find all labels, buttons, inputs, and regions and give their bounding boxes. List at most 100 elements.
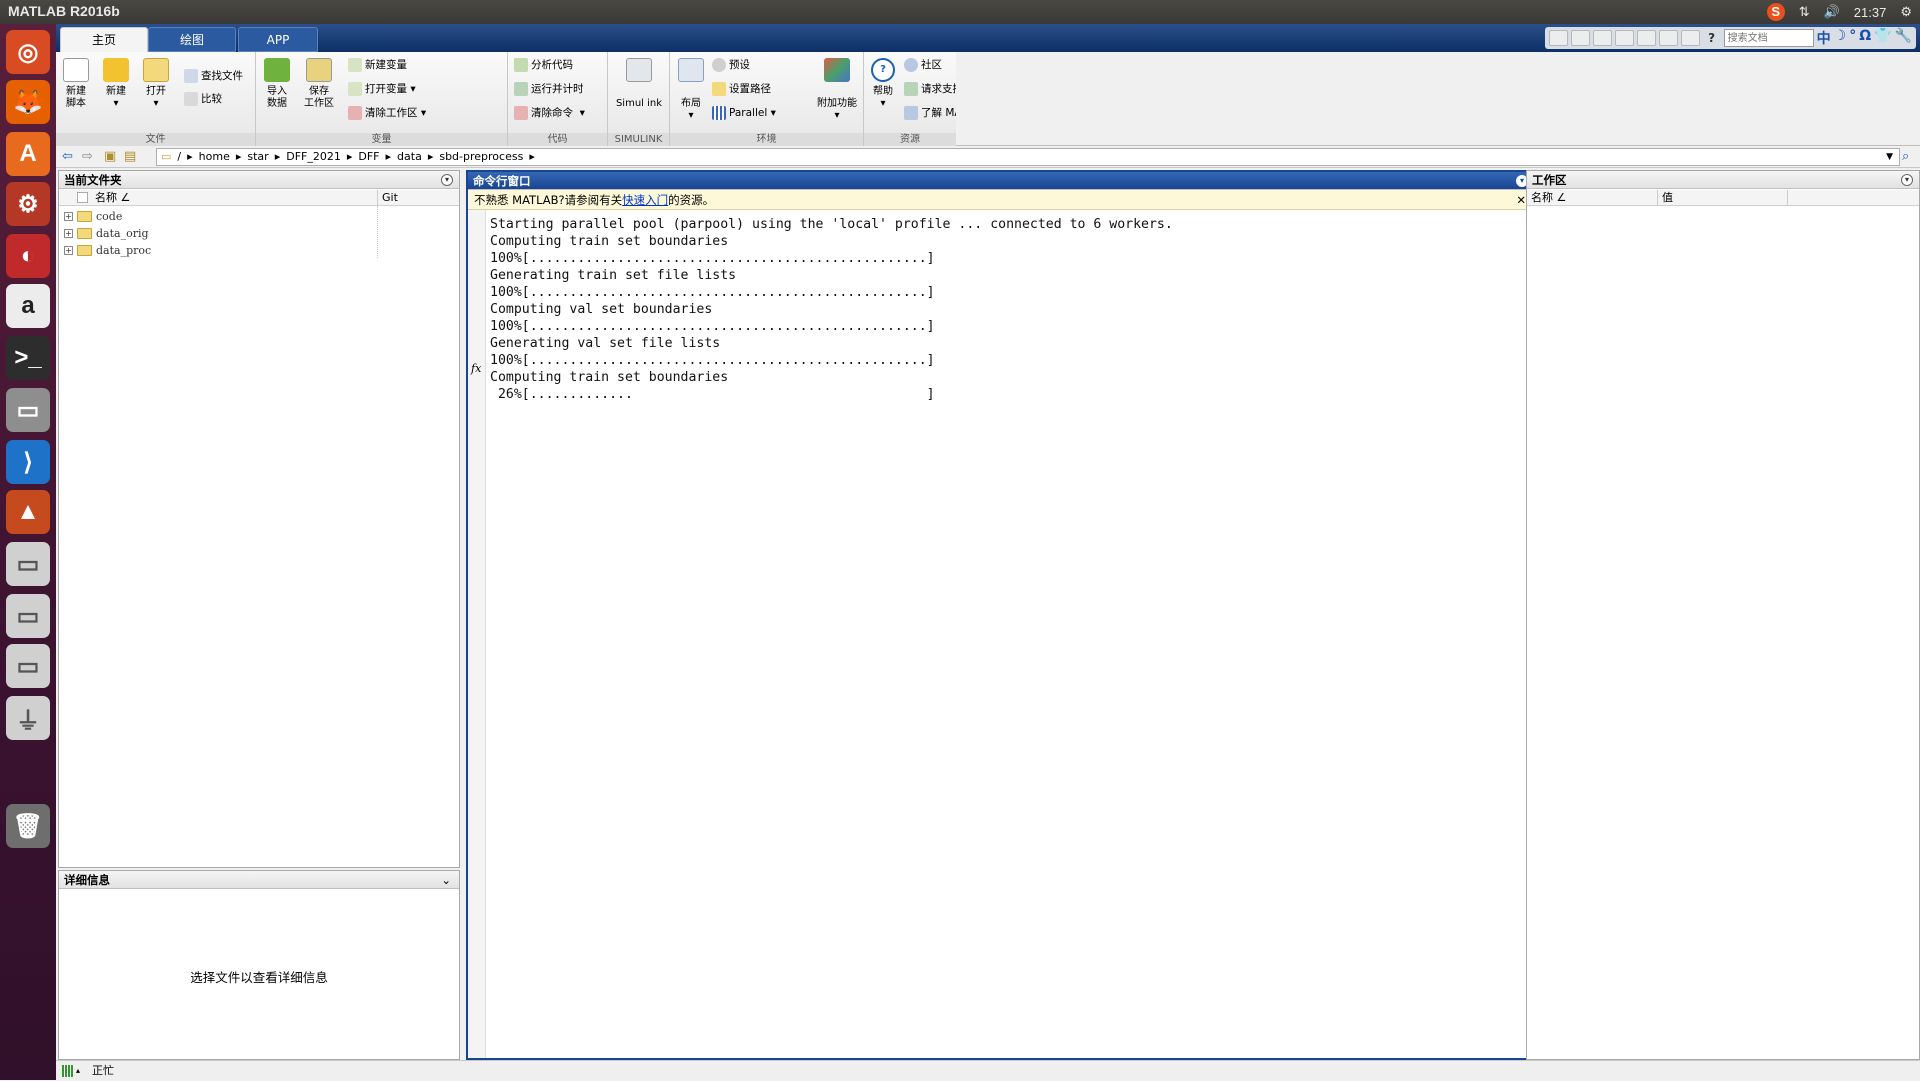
trash-icon[interactable]: 🗑 — [6, 804, 50, 848]
set-path-button[interactable]: 设置路径 — [712, 80, 771, 98]
expand-icon[interactable]: + — [64, 246, 73, 255]
libreoffice-impress-icon[interactable]: ◐ — [6, 234, 50, 278]
command-output[interactable]: Starting parallel pool (parpool) using t… — [490, 216, 1173, 403]
preferences-label: 预设 — [729, 59, 750, 71]
close-icon[interactable]: ✕ — [1516, 190, 1526, 210]
vscode-glyph: ⟩ — [23, 448, 33, 476]
qa-cut-icon[interactable] — [1570, 30, 1590, 46]
tab-home[interactable]: 主页 — [60, 27, 148, 52]
function-browser-icon[interactable]: fx — [471, 362, 481, 375]
list-item[interactable]: + data_orig — [64, 225, 149, 242]
up-folder-icon[interactable]: ▣ — [104, 149, 116, 164]
layout-button[interactable]: 布局 ▾ — [672, 58, 710, 122]
path-segment[interactable]: DFF — [358, 149, 379, 165]
browse-folder-icon[interactable]: ▤ — [124, 149, 136, 164]
drive-icon-3[interactable]: ▭ — [6, 644, 50, 688]
current-folder-path[interactable]: ▭ / ▸ home ▸ star ▸ DFF_2021 ▸ DFF ▸ data ▸ sb… — [156, 148, 1900, 166]
search-icon[interactable]: ⌕ — [1902, 149, 1909, 164]
qa-undo-icon[interactable] — [1636, 30, 1656, 46]
tab-plots[interactable]: 绘图 — [148, 27, 236, 52]
firefox-icon[interactable]: 🦊 — [6, 80, 50, 124]
path-segment[interactable]: home — [199, 149, 230, 165]
ime-tools-icon[interactable]: 🔧 — [1895, 28, 1912, 48]
save-workspace-button[interactable]: 保存 工作区 — [300, 58, 338, 110]
new-script-button[interactable]: 新建 脚本 — [57, 58, 95, 110]
forward-arrow-icon[interactable]: ⇨ — [82, 149, 93, 164]
tab-apps[interactable]: APP — [238, 27, 318, 52]
getting-started-link[interactable]: 快速入门 — [622, 193, 668, 207]
path-segment[interactable]: data — [397, 149, 422, 165]
qa-switch-windows-icon[interactable] — [1680, 30, 1700, 46]
path-root[interactable]: / — [177, 149, 181, 165]
drive-icon-1[interactable]: ▭ — [6, 542, 50, 586]
workspace-value-column[interactable]: 值 — [1657, 190, 1673, 206]
qa-redo-icon[interactable] — [1658, 30, 1678, 46]
list-item[interactable]: + data_proc — [64, 242, 151, 259]
path-segment[interactable]: sbd-preprocess — [439, 149, 523, 165]
qa-copy-icon[interactable] — [1592, 30, 1612, 46]
group-simulink: Simul ink SIMULINK — [608, 52, 670, 146]
analyze-code-button[interactable]: 分析代码 — [514, 56, 573, 74]
sogou-input-icon[interactable]: S — [1766, 3, 1785, 21]
add-ons-button[interactable]: 附加功能 ▾ — [812, 58, 862, 122]
back-arrow-icon[interactable]: ⇦ — [62, 149, 73, 164]
clock[interactable]: 21:37 — [1854, 5, 1887, 20]
ime-omega-icon[interactable]: Ω — [1859, 28, 1871, 48]
find-files-button[interactable]: 查找文件 — [184, 67, 243, 85]
panel-menu-icon[interactable]: ▾ — [1901, 174, 1913, 186]
qa-save-icon[interactable] — [1548, 30, 1568, 46]
open-button[interactable]: 打开 ▾ — [137, 58, 175, 110]
volume-icon[interactable]: 🔊 — [1824, 4, 1840, 20]
software-center-icon[interactable]: A — [6, 132, 50, 176]
git-column-header[interactable]: Git — [377, 190, 398, 206]
request-support-button[interactable]: 请求支持 — [904, 80, 963, 98]
expand-icon[interactable]: + — [64, 229, 73, 238]
import-data-button[interactable]: 导入 数据 — [258, 58, 296, 110]
workspace-panel: 工作区 ▾ 名称 ∠ 值 — [1526, 170, 1920, 1060]
drive-icon-2[interactable]: ▭ — [6, 594, 50, 638]
compare-button[interactable]: 比较 — [184, 90, 222, 108]
ime-moon-icon[interactable]: ☽ — [1834, 28, 1847, 48]
qa-paste-icon[interactable] — [1614, 30, 1634, 46]
path-segment[interactable]: star — [247, 149, 268, 165]
status-arrow-icon[interactable]: ▴ — [76, 1061, 80, 1081]
run-and-time-button[interactable]: 运行并计时 — [514, 80, 584, 98]
community-button[interactable]: 社区 — [904, 56, 942, 74]
files-icon[interactable]: ▭ — [6, 388, 50, 432]
chevron-down-icon[interactable]: ⌄ — [441, 871, 451, 889]
preferences-button[interactable]: 预设 — [712, 56, 750, 74]
panel-menu-icon[interactable]: ▾ — [441, 174, 453, 186]
clear-workspace-button[interactable]: 清除工作区 ▾ — [348, 104, 426, 122]
workspace-name-column[interactable]: 名称 ∠ — [1531, 190, 1566, 206]
new-button[interactable]: 新建 ▾ — [97, 58, 135, 110]
vscode-icon[interactable]: ⟩ — [6, 440, 50, 484]
list-item[interactable]: + code — [64, 208, 122, 225]
new-variable-button[interactable]: 新建变量 — [348, 56, 407, 74]
path-dropdown-icon[interactable]: ▼ — [1886, 149, 1893, 165]
path-segment[interactable]: DFF_2021 — [286, 149, 341, 165]
system-settings-icon[interactable]: ⚙ — [6, 182, 50, 226]
path-sep-icon: ▸ — [346, 150, 353, 163]
amazon-icon[interactable]: a — [6, 284, 50, 328]
qa-help-icon[interactable]: ? — [1703, 31, 1721, 45]
clear-commands-button[interactable]: 清除命令 ▾ — [514, 104, 585, 122]
usb-drive-icon[interactable]: ⏚ — [6, 696, 50, 740]
open-variable-button[interactable]: 打开变量 ▾ — [348, 80, 416, 98]
simulink-button[interactable]: Simul ink — [610, 58, 668, 110]
ime-skin-icon[interactable]: 👕 — [1874, 28, 1891, 48]
gear-icon[interactable]: ⚙ — [1900, 4, 1912, 20]
expand-icon[interactable]: + — [64, 212, 73, 221]
type-column-icon[interactable] — [77, 192, 88, 203]
parallel-button[interactable]: Parallel ▾ — [712, 104, 776, 122]
help-button[interactable]: ? 帮助 ▾ — [864, 58, 902, 110]
path-sep-icon: ▸ — [274, 150, 281, 163]
network-icon[interactable]: ⇅ — [1799, 4, 1810, 20]
search-documentation-input[interactable] — [1723, 29, 1814, 47]
matlab-icon[interactable]: ▲ — [6, 490, 50, 534]
ime-chinese-toggle[interactable]: 中 — [1817, 28, 1831, 48]
name-column-header[interactable]: 名称 ∠ — [95, 190, 130, 206]
ime-punct-icon[interactable]: ° — [1849, 28, 1856, 48]
terminal-icon[interactable]: >_ — [6, 336, 50, 380]
window-title: MATLAB R2016b — [8, 3, 120, 19]
ubuntu-dash-icon[interactable]: ◎ — [6, 30, 50, 74]
